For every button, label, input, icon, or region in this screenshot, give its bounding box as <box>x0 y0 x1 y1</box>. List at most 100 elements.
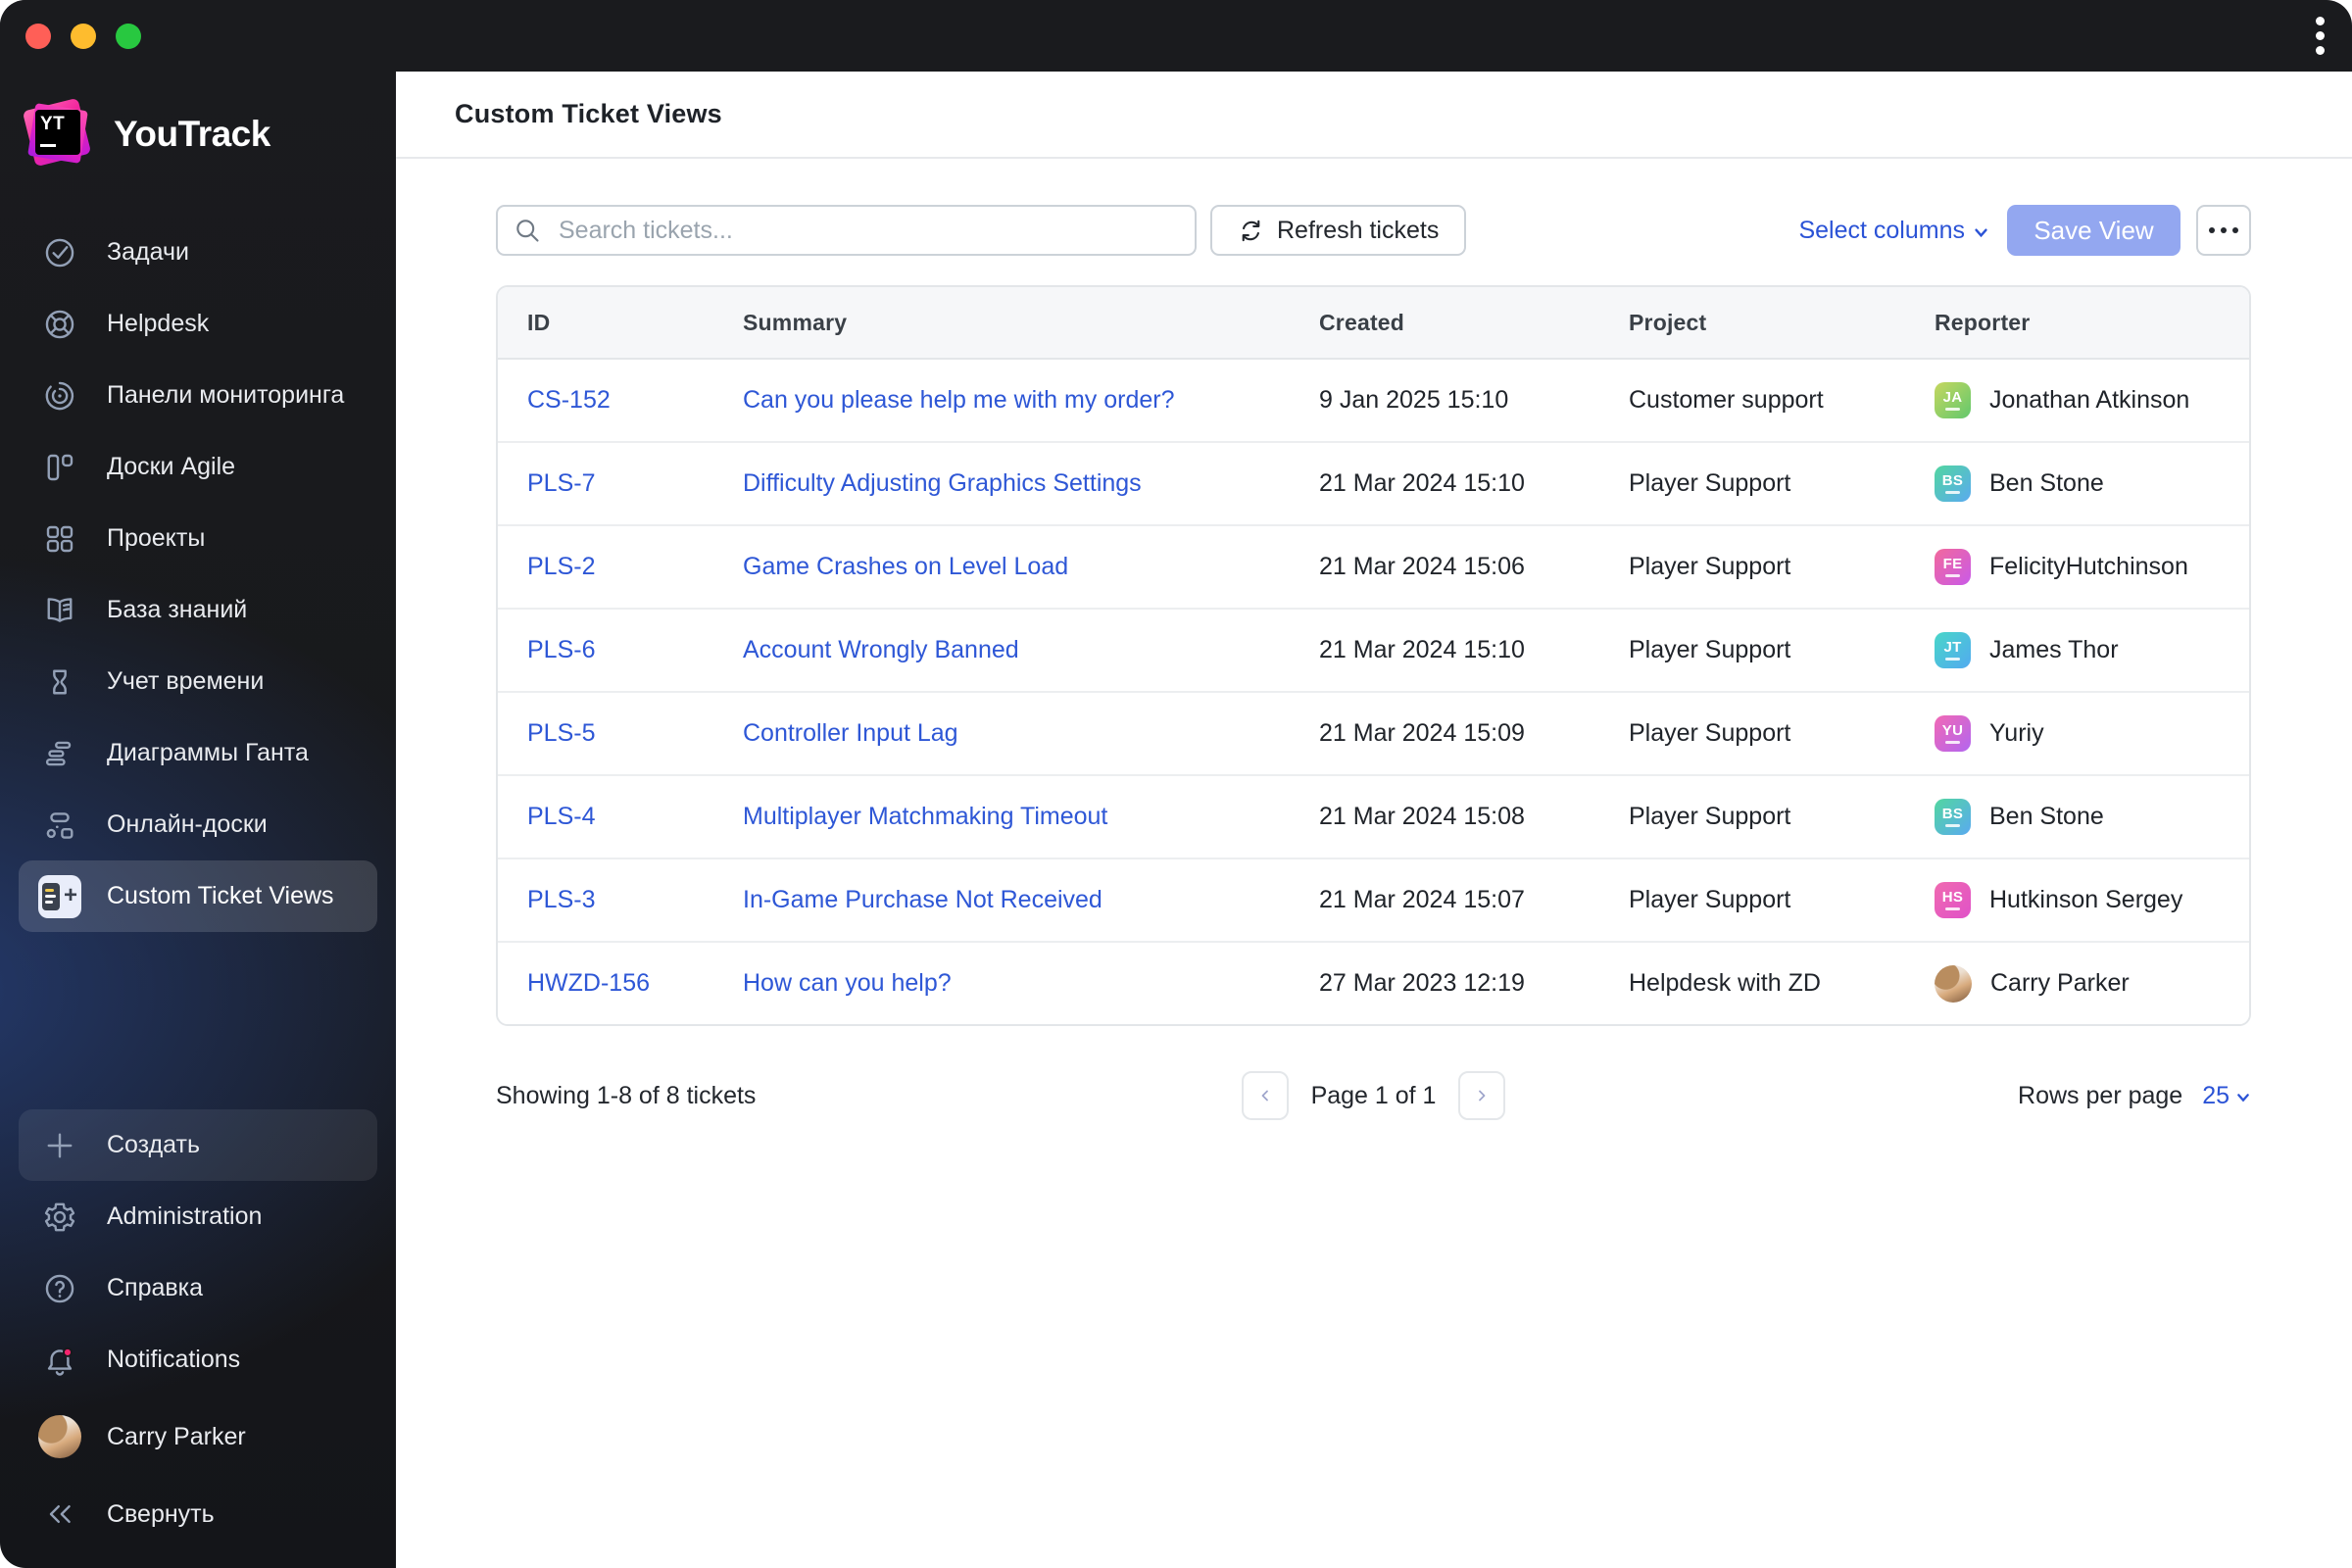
sidebar-item-label: Создать <box>107 1131 201 1158</box>
showing-count-text: Showing 1-8 of 8 tickets <box>496 1081 757 1109</box>
zoom-window-button[interactable] <box>116 24 141 49</box>
column-header-created: Created <box>1319 309 1405 335</box>
ticket-id-link[interactable]: PLS-6 <box>527 636 595 663</box>
ticket-project: Player Support <box>1629 719 1791 747</box>
ticket-summary-link[interactable]: Can you please help me with my order? <box>743 386 1175 414</box>
rows-per-page-select[interactable]: 25 <box>2202 1082 2251 1110</box>
table-footer: Showing 1-8 of 8 tickets Page 1 of 1 Row… <box>496 1071 2251 1120</box>
ticket-reporter: BS Ben Stone <box>1935 466 2249 502</box>
reporter-avatar-photo <box>1935 964 1972 1003</box>
sidebar-item-custom-ticket-views[interactable]: + Custom Ticket Views <box>19 860 377 932</box>
ticket-summary-link[interactable]: How can you help? <box>743 969 952 997</box>
titlebar <box>0 0 2352 72</box>
ticket-reporter: JA Jonathan Atkinson <box>1935 382 2249 418</box>
table-row: PLS-5 Controller Input Lag 21 Mar 2024 15:… <box>498 691 2249 774</box>
tasks-icon <box>38 231 81 274</box>
ticket-id-link[interactable]: HWZD-156 <box>527 969 650 997</box>
ticket-reporter: FE FelicityHutchinson <box>1935 549 2249 585</box>
ticket-created: 21 Mar 2024 15:09 <box>1319 719 1525 747</box>
ticket-id-link[interactable]: PLS-5 <box>527 719 595 747</box>
sidebar-item-label: Справка <box>107 1274 204 1301</box>
dashboards-icon <box>38 374 81 417</box>
user-avatar <box>38 1415 81 1458</box>
close-window-button[interactable] <box>25 24 51 49</box>
table-row: PLS-6 Account Wrongly Banned 21 Mar 2024 1… <box>498 608 2249 691</box>
app-window: YT YouTrack Задачи Helpdesk Панели монитор… <box>0 0 2352 1568</box>
sidebar-item-справка[interactable]: Справка <box>0 1252 396 1324</box>
sidebar-item-свернуть[interactable]: Свернуть <box>0 1478 396 1550</box>
ticket-id-link[interactable]: CS-152 <box>527 386 611 414</box>
sidebar-create-button[interactable]: Создать <box>19 1109 377 1181</box>
save-view-button[interactable]: Save View <box>2007 205 2180 256</box>
next-page-button[interactable] <box>1458 1071 1506 1120</box>
minimize-window-button[interactable] <box>71 24 96 49</box>
tickets-table: ID Summary Created Project Reporter CS-152 Ca… <box>496 285 2251 1026</box>
search-input[interactable] <box>496 205 1197 256</box>
reporter-name: Jonathan Atkinson <box>1989 386 2190 414</box>
sidebar-item-label: Custom Ticket Views <box>107 882 334 909</box>
ticket-summary-link[interactable]: Account Wrongly Banned <box>743 636 1019 663</box>
select-columns-button[interactable]: Select columns <box>1798 217 1989 245</box>
youtrack-logo: YT YouTrack <box>22 97 270 171</box>
kebab-menu-icon[interactable] <box>2316 17 2325 55</box>
sidebar-item-label: Задачи <box>107 238 189 266</box>
ticket-project: Player Support <box>1629 553 1791 580</box>
reporter-avatar: HS <box>1935 882 1971 918</box>
youtrack-logo-icon: YT <box>22 97 94 171</box>
ticket-created: 21 Mar 2024 15:06 <box>1319 553 1525 580</box>
table-row: CS-152 Can you please help me with my ord… <box>498 360 2249 441</box>
sidebar-item-label: Carry Parker <box>107 1422 246 1450</box>
ticket-reporter: YU Yuriy <box>1935 715 2249 752</box>
chevron-down-icon <box>1973 220 1989 241</box>
sidebar-item-label: Helpdesk <box>107 310 210 337</box>
sidebar-item-administration[interactable]: Administration <box>0 1181 396 1252</box>
ticket-summary-link[interactable]: Controller Input Lag <box>743 719 958 747</box>
reporter-name: Ben Stone <box>1989 803 2104 830</box>
sidebar-item-диаграммы-ганта[interactable]: Диаграммы Ганта <box>0 717 396 789</box>
ticket-created: 21 Mar 2024 15:10 <box>1319 636 1525 663</box>
ticket-id-link[interactable]: PLS-2 <box>527 553 595 580</box>
sidebar-item-label: Notifications <box>107 1346 241 1373</box>
ticket-id-link[interactable]: PLS-7 <box>527 469 595 497</box>
sidebar-item-проекты[interactable]: Проекты <box>0 503 396 574</box>
sidebar-item-панели-мониторинга[interactable]: Панели мониторинга <box>0 360 396 431</box>
ticket-summary-link[interactable]: Multiplayer Matchmaking Timeout <box>743 803 1107 830</box>
sidebar-item-carry-parker[interactable]: Carry Parker <box>0 1396 396 1478</box>
more-options-button[interactable] <box>2196 205 2251 256</box>
table-row: PLS-3 In-Game Purchase Not Received 21 Mar… <box>498 858 2249 941</box>
ticket-summary-link[interactable]: Difficulty Adjusting Graphics Settings <box>743 469 1142 497</box>
sidebar-item-label: Онлайн-доски <box>107 810 268 838</box>
ticket-project: Helpdesk with ZD <box>1629 969 1821 997</box>
refresh-tickets-button[interactable]: Refresh tickets <box>1210 205 1467 256</box>
search-icon <box>514 217 541 244</box>
bell-icon <box>38 1339 81 1382</box>
ticket-id-link[interactable]: PLS-4 <box>527 803 595 830</box>
ticket-summary-link[interactable]: Game Crashes on Level Load <box>743 553 1068 580</box>
knowledge-base-icon <box>38 589 81 632</box>
sidebar-item-доски-agile[interactable]: Доски Agile <box>0 431 396 503</box>
prev-page-button[interactable] <box>1241 1071 1289 1120</box>
table-row: PLS-7 Difficulty Adjusting Graphics Setti… <box>498 441 2249 524</box>
ticket-project: Customer support <box>1629 386 1824 414</box>
sidebar-item-задачи[interactable]: Задачи <box>0 217 396 288</box>
ticket-summary-link[interactable]: In-Game Purchase Not Received <box>743 886 1102 913</box>
sidebar-item-онлайн-доски[interactable]: Онлайн-доски <box>0 789 396 860</box>
gear-icon <box>38 1196 81 1239</box>
search-box <box>496 205 1197 256</box>
sidebar-item-helpdesk[interactable]: Helpdesk <box>0 288 396 360</box>
sidebar-item-notifications[interactable]: Notifications <box>0 1324 396 1396</box>
column-header-project: Project <box>1629 309 1707 335</box>
sidebar-item-label: Диаграммы Ганта <box>107 739 309 766</box>
ticket-id-link[interactable]: PLS-3 <box>527 886 595 913</box>
sidebar-item-label: Проекты <box>107 524 206 552</box>
ticket-reporter: HS Hutkinson Sergey <box>1935 882 2249 918</box>
sidebar-item-база-знаний[interactable]: База знаний <box>0 574 396 646</box>
reporter-avatar: YU <box>1935 715 1971 752</box>
time-tracking-icon <box>38 661 81 704</box>
sidebar-item-учет-времени[interactable]: Учет времени <box>0 646 396 717</box>
ticket-project: Player Support <box>1629 886 1791 913</box>
refresh-icon <box>1238 218 1264 244</box>
chevron-left-icon <box>1256 1087 1274 1104</box>
reporter-avatar: JA <box>1935 382 1971 418</box>
ticket-project: Player Support <box>1629 636 1791 663</box>
